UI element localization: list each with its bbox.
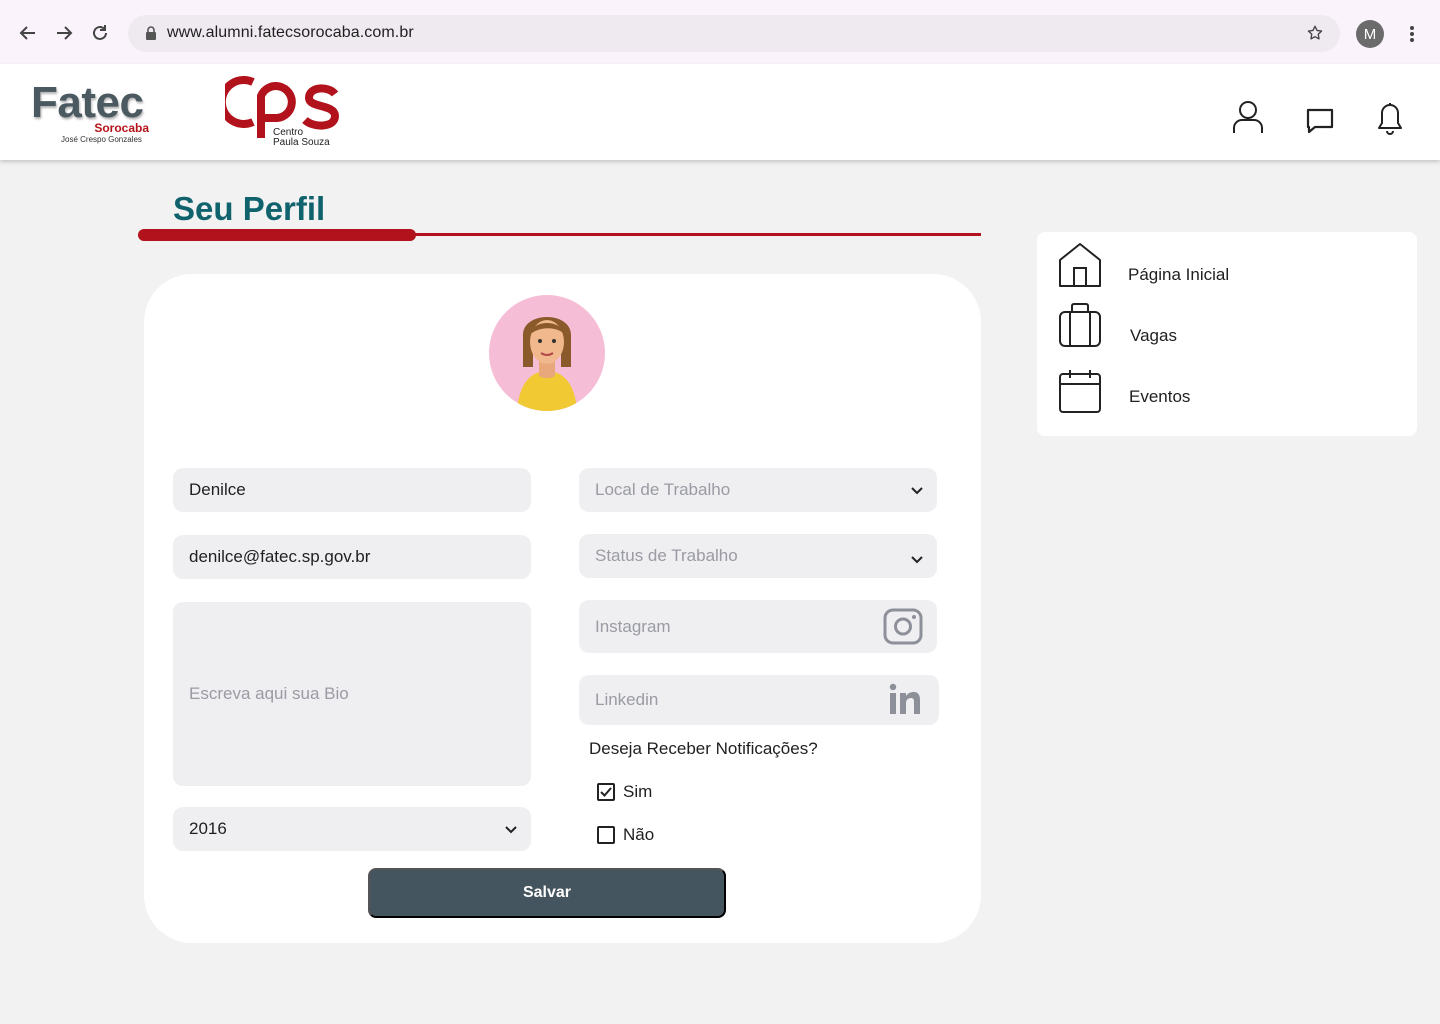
fatec-logo[interactable]: Fatec Sorocaba José Crespo Gonzales [31,78,161,148]
sidebar-item-label: Eventos [1129,387,1191,406]
work-status-placeholder: Status de Trabalho [595,546,738,565]
graduation-year-select[interactable]: 2016 [173,807,531,851]
reload-icon[interactable] [87,20,113,46]
workplace-select[interactable]: Local de Trabalho [579,468,937,512]
graduation-year-value: 2016 [189,819,227,838]
notify-no-option[interactable]: Não [597,825,654,845]
briefcase-icon [1058,302,1102,353]
notify-no-label: Não [623,825,655,844]
title-underline-accent [138,229,416,241]
notify-yes-checkbox[interactable] [597,783,615,801]
linkedin-placeholder: Linkedin [595,690,659,709]
sidebar-nav: Página Inicial Vagas Eventos [1037,232,1417,436]
linkedin-icon [889,683,921,720]
browser-toolbar: www.alumni.fatecsorocaba.com.br M [0,0,1440,64]
url-text: www.alumni.fatecsorocaba.com.br [167,24,414,41]
forward-icon[interactable] [51,20,77,46]
notifications-question: Deseja Receber Notificações? [589,739,818,758]
chat-icon[interactable] [1306,108,1334,139]
workplace-placeholder: Local de Trabalho [595,480,731,499]
linkedin-field[interactable]: Linkedin [579,675,939,725]
calendar-icon [1058,368,1102,419]
bookmark-star-icon[interactable] [1306,24,1324,47]
sidebar-item-label: Página Inicial [1128,265,1230,284]
sidebar-item-vagas[interactable]: Vagas [1037,298,1417,348]
page-title: Seu Perfil [173,190,326,227]
sidebar-item-eventos[interactable]: Eventos [1037,364,1417,414]
avatar[interactable] [489,295,605,411]
instagram-icon [883,608,923,650]
instagram-field[interactable]: Instagram [579,600,937,653]
chevron-down-icon [505,819,517,839]
bio-textarea[interactable]: Escreva aqui sua Bio [173,602,531,786]
sidebar-item-label: Vagas [1130,326,1177,345]
sidebar-item-home[interactable]: Página Inicial [1037,238,1417,288]
lock-icon [145,26,157,46]
back-icon[interactable] [15,20,41,46]
instagram-placeholder: Instagram [595,616,671,636]
cps-logo[interactable]: Centro Paula Souza [217,74,345,154]
browser-profile-avatar[interactable]: M [1356,20,1384,48]
user-profile-icon[interactable] [1232,100,1264,139]
home-icon [1058,242,1102,293]
name-field[interactable]: Denilce [173,468,531,512]
notify-yes-label: Sim [623,782,653,801]
work-status-select[interactable]: Status de Trabalho [579,534,937,578]
save-button[interactable]: Salvar [368,868,726,918]
notify-yes-option[interactable]: Sim [597,782,652,802]
notification-bell-icon[interactable] [1378,102,1402,141]
chevron-down-icon [911,480,923,500]
notify-no-checkbox[interactable] [597,826,615,844]
site-header: Fatec Sorocaba José Crespo Gonzales Cent… [0,64,1440,160]
address-bar[interactable]: www.alumni.fatecsorocaba.com.br [128,15,1340,52]
more-menu-icon[interactable] [1402,20,1422,48]
email-field[interactable]: denilce@fatec.sp.gov.br [173,535,531,579]
chevron-down-icon [911,549,923,569]
